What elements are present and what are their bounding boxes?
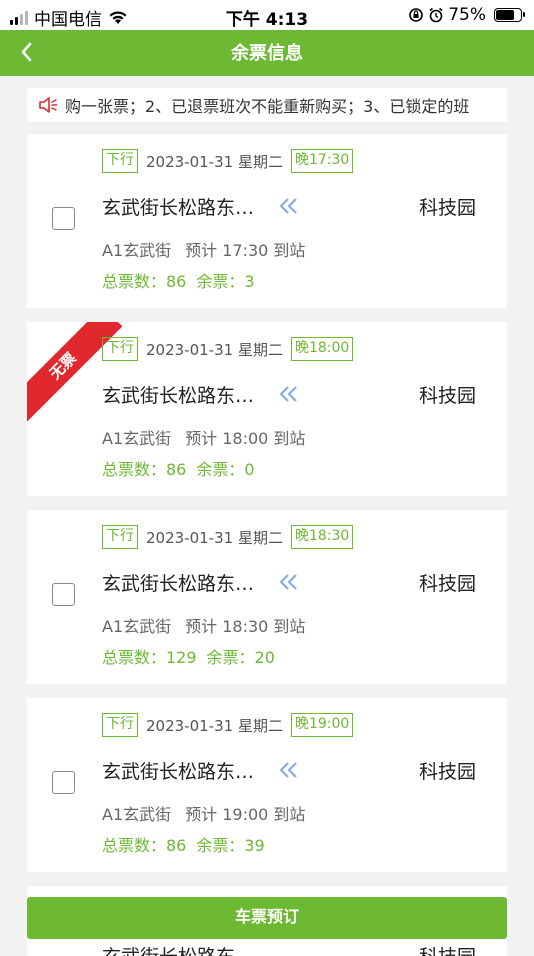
- total-tickets: 总票数：129: [102, 648, 197, 667]
- double-chevron-left-icon: [279, 762, 297, 778]
- direction-tag: 下行: [102, 337, 138, 361]
- schedule-date: 2023-01-31 星期二: [146, 528, 283, 547]
- station-name: A1玄武街: [102, 429, 172, 448]
- remaining-tickets: 余票：0: [196, 460, 255, 479]
- schedule-date: 2023-01-31 星期二: [146, 340, 283, 359]
- station-row: A1玄武街 预计 17:30 到站: [102, 237, 305, 261]
- schedule-date: 2023-01-31 星期二: [146, 152, 283, 171]
- schedule-header: 下行 2023-01-31 星期二 晚17:30: [102, 149, 354, 173]
- alarm-icon: [429, 7, 443, 23]
- schedule-card[interactable]: 下行 2023-01-31 星期二 晚19:00 玄武街长松路东… 科技园 A1…: [27, 698, 507, 872]
- route-row: 玄武街长松路东… 科技园: [102, 757, 492, 783]
- eta-text: 预计 17:30 到站: [185, 241, 306, 260]
- route-to: 科技园: [419, 385, 477, 407]
- ticket-count-row: 总票数：129 余票：20: [102, 644, 275, 668]
- battery-percent: 75%: [448, 5, 486, 25]
- remaining-tickets: 余票：20: [206, 648, 275, 667]
- route-from: 玄武街长松路东…: [102, 573, 255, 595]
- station-name: A1玄武街: [102, 241, 172, 260]
- schedule-header: 下行 2023-01-31 星期二 晚19:00: [102, 713, 354, 737]
- orientation-lock-icon: [409, 8, 424, 22]
- direction-tag: 下行: [102, 713, 138, 737]
- nav-bar: 余票信息: [0, 30, 534, 76]
- schedule-header: 下行 2023-01-31 星期二 晚18:30: [102, 525, 354, 549]
- page-title: 余票信息: [231, 43, 303, 64]
- route-to: 科技园: [419, 573, 477, 595]
- route-row: 玄武街长松路东… 科技园: [102, 381, 492, 407]
- schedule-date: 2023-01-31 星期二: [146, 716, 283, 735]
- remaining-tickets: 余票：3: [196, 272, 255, 291]
- select-checkbox[interactable]: [52, 207, 75, 230]
- double-chevron-left-icon: [279, 574, 297, 590]
- route-to: 科技园: [419, 761, 477, 783]
- ticket-count-row: 总票数：86 余票：0: [102, 456, 255, 480]
- double-chevron-left-icon: [279, 198, 297, 214]
- route-row: 玄武街长松路东… 科技园: [102, 193, 492, 219]
- route-row: 玄武街长松路东… 科技园: [102, 569, 492, 595]
- battery-icon: [494, 8, 525, 22]
- time-tag: 晚18:00: [290, 337, 354, 361]
- schedule-header: 下行 2023-01-31 星期二 晚18:00: [102, 337, 354, 361]
- station-row: A1玄武街 预计 18:00 到站: [102, 425, 305, 449]
- status-bar: 中国电信 下午 4:13 75%: [0, 0, 534, 30]
- route-to: 科技园: [419, 942, 476, 956]
- eta-text: 预计 19:00 到站: [185, 805, 306, 824]
- route-from: 玄武街长松路东…: [102, 197, 255, 219]
- eta-text: 预计 18:30 到站: [185, 617, 306, 636]
- time-tag: 晚17:30: [290, 149, 354, 173]
- ticket-count-row: 总票数：86 余票：39: [102, 832, 265, 856]
- total-tickets: 总票数：86: [102, 836, 187, 855]
- schedule-card-sold-out: 无票 下行 2023-01-31 星期二 晚18:00 玄武街长松路东… 科技园…: [27, 322, 507, 496]
- total-tickets: 总票数：86: [102, 272, 187, 291]
- notice-bar: 购一张票；2、已退票班次不能重新购买；3、已锁定的班: [27, 88, 507, 122]
- schedule-card[interactable]: 下行 2023-01-31 星期二 晚18:30 玄武街长松路东… 科技园 A1…: [27, 510, 507, 684]
- route-from: 玄武街长松路东…: [102, 385, 255, 407]
- station-row: A1玄武街 预计 19:00 到站: [102, 801, 305, 825]
- time-tag: 晚19:00: [290, 713, 354, 737]
- time-tag: 晚18:30: [290, 525, 354, 549]
- route-from: 玄武街长松路东…: [102, 761, 255, 783]
- double-chevron-left-icon: [279, 386, 297, 402]
- notice-text: 购一张票；2、已退票班次不能重新购买；3、已锁定的班: [65, 97, 470, 116]
- direction-tag: 下行: [102, 525, 138, 549]
- remaining-tickets: 余票：39: [196, 836, 265, 855]
- ticket-count-row: 总票数：86 余票：3: [102, 268, 255, 292]
- station-name: A1玄武街: [102, 805, 172, 824]
- status-right: 75%: [408, 5, 525, 25]
- select-checkbox[interactable]: [52, 583, 75, 606]
- select-checkbox[interactable]: [52, 771, 75, 794]
- total-tickets: 总票数：86: [102, 460, 187, 479]
- speaker-icon: [39, 97, 58, 113]
- eta-text: 预计 18:00 到站: [185, 429, 306, 448]
- book-ticket-button[interactable]: 车票预订: [27, 897, 507, 939]
- station-name: A1玄武街: [102, 617, 172, 636]
- schedule-card[interactable]: 下行 2023-01-31 星期二 晚17:30 玄武街长松路东… 科技园 A1…: [27, 134, 507, 308]
- direction-tag: 下行: [102, 149, 138, 173]
- station-row: A1玄武街 预计 18:30 到站: [102, 613, 305, 637]
- route-to: 科技园: [419, 197, 477, 219]
- route-from: 玄武街长松路东: [102, 942, 235, 956]
